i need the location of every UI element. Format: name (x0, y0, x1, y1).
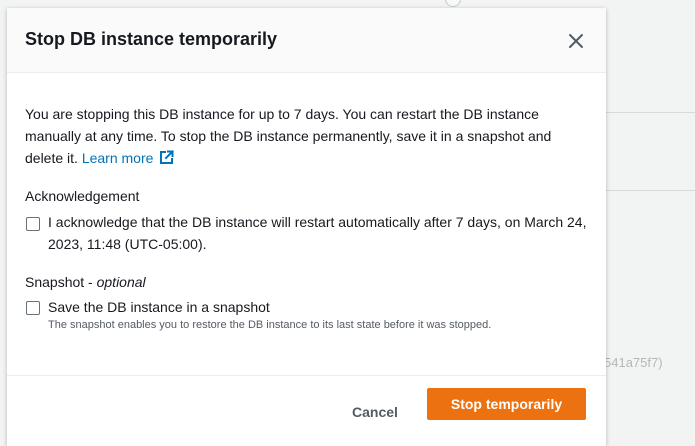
cancel-button[interactable]: Cancel (340, 396, 410, 428)
background-divider (606, 112, 695, 113)
modal-footer: Cancel Stop temporarily (7, 375, 606, 446)
learn-more-label: Learn more (81, 150, 154, 166)
external-link-icon (160, 150, 175, 164)
background-instance-id: 541a75f7) (604, 355, 663, 370)
close-button[interactable] (565, 30, 587, 52)
acknowledgement-label: Acknowledgement (25, 188, 140, 204)
snapshot-checkbox[interactable] (26, 301, 40, 315)
modal-title: Stop DB instance temporarily (25, 29, 278, 49)
stop-temporarily-button[interactable]: Stop temporarily (427, 388, 586, 420)
optional-label: optional (96, 274, 146, 290)
modal-description: You are stopping this DB instance for up… (25, 103, 590, 169)
close-icon (569, 34, 583, 48)
background-divider (606, 190, 695, 191)
snapshot-checkbox-description: The snapshot enables you to restore the … (48, 319, 492, 331)
acknowledge-checkbox[interactable] (26, 217, 40, 231)
modal-body: You are stopping this DB instance for up… (25, 103, 590, 169)
snapshot-label: Snapshot - optional (25, 274, 146, 290)
learn-more-link[interactable]: Learn more (82, 150, 175, 166)
stop-instance-modal: Stop DB instance temporarily You are sto… (7, 8, 606, 446)
modal-header: Stop DB instance temporarily (7, 8, 606, 73)
acknowledge-checkbox-label[interactable]: I acknowledge that the DB instance will … (48, 211, 593, 255)
background-fragment (445, 0, 461, 7)
snapshot-checkbox-label[interactable]: Save the DB instance in a snapshot (48, 296, 593, 318)
snapshot-label-text: Snapshot - (25, 274, 97, 290)
